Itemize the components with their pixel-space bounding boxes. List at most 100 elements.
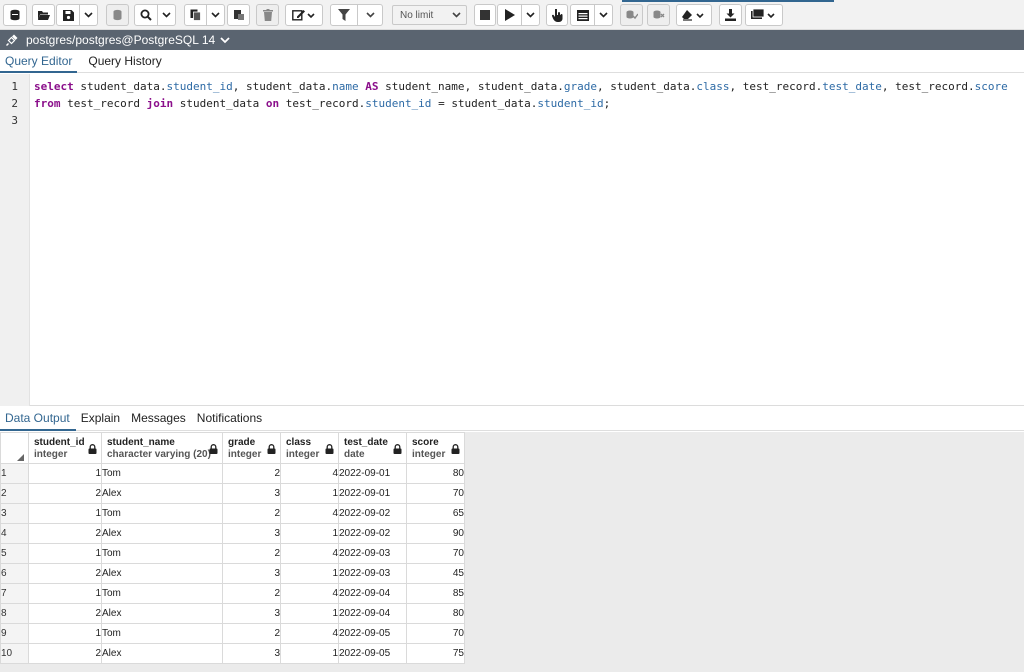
cell-score[interactable]: 70: [406, 623, 465, 644]
cell-grade[interactable]: 3: [222, 523, 281, 544]
macro-icon[interactable]: [745, 4, 783, 26]
cell-score[interactable]: 70: [406, 543, 465, 564]
code-line[interactable]: from test_record join student_data on te…: [34, 97, 610, 110]
cell-grade[interactable]: 2: [222, 623, 281, 644]
cell-student-id[interactable]: 2: [28, 643, 102, 664]
trash-icon[interactable]: [256, 4, 279, 26]
filter-icon[interactable]: [330, 4, 358, 26]
folder-open-icon[interactable]: [32, 4, 55, 26]
row-number[interactable]: 8: [0, 603, 29, 624]
cell-class[interactable]: 4: [280, 463, 339, 484]
cell-grade[interactable]: 2: [222, 583, 281, 604]
tab-query-history[interactable]: Query History: [83, 50, 166, 73]
table-row[interactable]: 2 2 Alex 3 1 2022-09-01 70: [0, 483, 465, 504]
cell-grade[interactable]: 3: [222, 603, 281, 624]
column-header-test-date[interactable]: test_date date: [338, 432, 407, 464]
cell-class[interactable]: 4: [280, 503, 339, 524]
tab-notifications[interactable]: Notifications: [192, 407, 268, 431]
cell-test-date[interactable]: 2022-09-04: [338, 583, 407, 604]
cell-test-date[interactable]: 2022-09-02: [338, 503, 407, 524]
cell-student-name[interactable]: Tom: [101, 583, 223, 604]
play-icon[interactable]: [497, 4, 522, 26]
cell-student-id[interactable]: 2: [28, 603, 102, 624]
cell-test-date[interactable]: 2022-09-03: [338, 543, 407, 564]
cell-score[interactable]: 90: [406, 523, 465, 544]
cell-class[interactable]: 1: [280, 603, 339, 624]
cursor-icon[interactable]: [546, 4, 568, 26]
cell-test-date[interactable]: 2022-09-04: [338, 603, 407, 624]
edit-icon[interactable]: [285, 4, 323, 26]
search-dropdown-chevron-icon[interactable]: [158, 4, 176, 26]
cell-student-name[interactable]: Tom: [101, 463, 223, 484]
cell-score[interactable]: 85: [406, 583, 465, 604]
cell-grade[interactable]: 3: [222, 643, 281, 664]
cell-class[interactable]: 4: [280, 583, 339, 604]
cell-class[interactable]: 1: [280, 523, 339, 544]
cell-student-name[interactable]: Alex: [101, 483, 223, 504]
table-row[interactable]: 7 1 Tom 2 4 2022-09-04 85: [0, 583, 465, 604]
column-header-student-name[interactable]: student_name character varying (20): [101, 432, 223, 464]
cell-grade[interactable]: 2: [222, 503, 281, 524]
cell-student-name[interactable]: Alex: [101, 563, 223, 584]
row-number[interactable]: 6: [0, 563, 29, 584]
cell-student-id[interactable]: 1: [28, 623, 102, 644]
select-all-corner[interactable]: [0, 432, 29, 464]
cell-score[interactable]: 80: [406, 463, 465, 484]
cell-student-id[interactable]: 1: [28, 543, 102, 564]
cell-test-date[interactable]: 2022-09-01: [338, 463, 407, 484]
code-line[interactable]: select student_data. student_id, student_…: [34, 80, 1008, 93]
column-header-grade[interactable]: grade integer: [222, 432, 281, 464]
row-number[interactable]: 3: [0, 503, 29, 524]
cell-class[interactable]: 4: [280, 543, 339, 564]
cell-class[interactable]: 1: [280, 643, 339, 664]
rollback-icon[interactable]: [647, 4, 670, 26]
cell-grade[interactable]: 3: [222, 563, 281, 584]
cylinder-icon[interactable]: [106, 4, 129, 26]
cell-score[interactable]: 65: [406, 503, 465, 524]
cell-student-id[interactable]: 2: [28, 483, 102, 504]
cell-student-id[interactable]: 1: [28, 463, 102, 484]
cell-student-name[interactable]: Tom: [101, 543, 223, 564]
stop-icon[interactable]: [474, 4, 496, 26]
row-number[interactable]: 2: [0, 483, 29, 504]
row-number[interactable]: 1: [0, 463, 29, 484]
cell-score[interactable]: 80: [406, 603, 465, 624]
cell-class[interactable]: 4: [280, 623, 339, 644]
column-header-student-id[interactable]: student_id integer: [28, 432, 102, 464]
download-icon[interactable]: [719, 4, 742, 26]
cell-student-id[interactable]: 2: [28, 563, 102, 584]
table-row[interactable]: 10 2 Alex 3 1 2022-09-05 75: [0, 643, 465, 664]
search-icon[interactable]: [134, 4, 158, 26]
table-row[interactable]: 3 1 Tom 2 4 2022-09-02 65: [0, 503, 465, 524]
cell-student-name[interactable]: Tom: [101, 623, 223, 644]
row-limit-select[interactable]: No limit: [392, 5, 467, 25]
row-number[interactable]: 5: [0, 543, 29, 564]
eraser-icon[interactable]: [676, 4, 712, 26]
copy-dropdown-chevron-icon[interactable]: [207, 4, 225, 26]
save-icon[interactable]: [56, 4, 80, 26]
cell-test-date[interactable]: 2022-09-01: [338, 483, 407, 504]
tab-query-editor[interactable]: Query Editor: [0, 50, 78, 73]
copy-icon[interactable]: [184, 4, 207, 26]
cell-score[interactable]: 45: [406, 563, 465, 584]
cell-student-name[interactable]: Tom: [101, 503, 223, 524]
cell-student-id[interactable]: 2: [28, 523, 102, 544]
table-row[interactable]: 9 1 Tom 2 4 2022-09-05 70: [0, 623, 465, 644]
cell-grade[interactable]: 3: [222, 483, 281, 504]
table-dropdown-chevron-icon[interactable]: [595, 4, 613, 26]
tab-explain[interactable]: Explain: [76, 407, 126, 431]
cell-student-name[interactable]: Alex: [101, 643, 223, 664]
cell-test-date[interactable]: 2022-09-05: [338, 623, 407, 644]
cell-score[interactable]: 75: [406, 643, 465, 664]
cell-test-date[interactable]: 2022-09-05: [338, 643, 407, 664]
cell-test-date[interactable]: 2022-09-03: [338, 563, 407, 584]
cell-grade[interactable]: 2: [222, 463, 281, 484]
database-icon[interactable]: [3, 4, 27, 26]
cell-student-name[interactable]: Alex: [101, 523, 223, 544]
row-number[interactable]: 7: [0, 583, 29, 604]
cell-class[interactable]: 1: [280, 563, 339, 584]
table-row[interactable]: 5 1 Tom 2 4 2022-09-03 70: [0, 543, 465, 564]
cell-student-id[interactable]: 1: [28, 503, 102, 524]
cell-score[interactable]: 70: [406, 483, 465, 504]
connection-bar[interactable]: postgres/postgres@PostgreSQL 14: [0, 30, 1024, 50]
